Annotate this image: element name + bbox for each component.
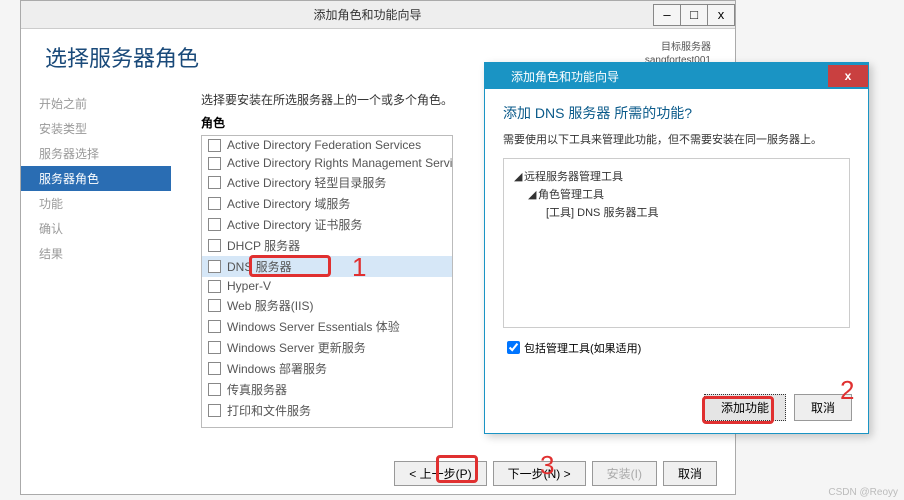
checkbox-icon[interactable]: [208, 280, 221, 293]
nav-item[interactable]: 开始之前: [21, 91, 171, 116]
close-button[interactable]: x: [707, 4, 735, 26]
checkbox-icon[interactable]: [208, 157, 221, 170]
cancel-button[interactable]: 取消: [663, 461, 717, 486]
add-features-button[interactable]: 添加功能: [704, 394, 786, 421]
role-item[interactable]: Windows 部署服务: [202, 358, 452, 379]
role-item[interactable]: Active Directory 域服务: [202, 193, 452, 214]
checkbox-icon[interactable]: [208, 341, 221, 354]
checkbox-icon[interactable]: [208, 404, 221, 417]
checkbox-icon[interactable]: [208, 239, 221, 252]
checkbox-icon[interactable]: [208, 299, 221, 312]
role-item[interactable]: Windows Server Essentials 体验: [202, 316, 452, 337]
maximize-button[interactable]: □: [680, 4, 708, 26]
checkbox-icon[interactable]: [208, 260, 221, 273]
nav-item[interactable]: 服务器选择: [21, 141, 171, 166]
nav-item[interactable]: 功能: [21, 191, 171, 216]
include-tools-input[interactable]: [507, 341, 520, 354]
role-item[interactable]: 打印和文件服务: [202, 400, 452, 421]
tree-item: ◢角色管理工具: [514, 185, 839, 203]
role-item[interactable]: Active Directory 证书服务: [202, 214, 452, 235]
next-button[interactable]: 下一步(N) >: [493, 461, 586, 486]
watermark: CSDN @Reoyy: [828, 487, 898, 498]
window-title: 添加角色和功能向导: [81, 6, 654, 23]
checkbox-icon[interactable]: [208, 139, 221, 152]
page-heading: 选择服务器角色: [45, 41, 199, 73]
roles-listbox[interactable]: Active Directory Federation ServicesActi…: [201, 135, 453, 428]
checkbox-icon[interactable]: [208, 320, 221, 333]
role-item[interactable]: Web 服务器(IIS): [202, 295, 452, 316]
dialog-cancel-button[interactable]: 取消: [794, 394, 852, 421]
nav-item[interactable]: 确认: [21, 216, 171, 241]
dialog-icon: [491, 69, 505, 83]
role-item[interactable]: DNS 服务器: [202, 256, 452, 277]
nav-item[interactable]: 服务器角色: [21, 166, 171, 191]
role-item[interactable]: DHCP 服务器: [202, 235, 452, 256]
checkbox-icon[interactable]: [208, 197, 221, 210]
checkbox-icon[interactable]: [208, 218, 221, 231]
role-item[interactable]: Active Directory Federation Services: [202, 136, 452, 154]
tree-item: [工具] DNS 服务器工具: [514, 203, 839, 221]
install-button[interactable]: 安装(I): [592, 461, 657, 486]
role-item[interactable]: Windows Server 更新服务: [202, 337, 452, 358]
nav-item[interactable]: 结果: [21, 241, 171, 266]
minimize-button[interactable]: –: [653, 4, 681, 26]
role-item[interactable]: 传真服务器: [202, 379, 452, 400]
checkbox-icon[interactable]: [208, 362, 221, 375]
titlebar: 添加角色和功能向导 – □ x: [21, 1, 735, 29]
dialog-title: 添加角色和功能向导: [511, 68, 619, 85]
tree-item: ◢远程服务器管理工具: [514, 167, 839, 185]
checkbox-icon[interactable]: [208, 383, 221, 396]
include-tools-checkbox[interactable]: 包括管理工具(如果适用): [503, 338, 850, 357]
wizard-footer: < 上一步(P) 下一步(N) > 安装(I) 取消: [394, 461, 717, 486]
role-item[interactable]: Active Directory Rights Management Servi…: [202, 154, 452, 172]
dialog-question: 添加 DNS 服务器 所需的功能?: [503, 103, 850, 123]
role-item[interactable]: Hyper-V: [202, 277, 452, 295]
features-tree[interactable]: ◢远程服务器管理工具 ◢角色管理工具 [工具] DNS 服务器工具: [503, 158, 850, 328]
add-features-dialog: 添加角色和功能向导 x 添加 DNS 服务器 所需的功能? 需要使用以下工具来管…: [484, 62, 869, 434]
dialog-titlebar: 添加角色和功能向导 x: [485, 63, 868, 89]
role-item[interactable]: Active Directory 轻型目录服务: [202, 172, 452, 193]
dialog-close-button[interactable]: x: [828, 65, 868, 87]
checkbox-icon[interactable]: [208, 176, 221, 189]
dialog-description: 需要使用以下工具来管理此功能，但不需要安装在同一服务器上。: [503, 133, 850, 148]
prev-button[interactable]: < 上一步(P): [394, 461, 486, 486]
nav-item[interactable]: 安装类型: [21, 116, 171, 141]
wizard-nav: 开始之前安装类型服务器选择服务器角色功能确认结果: [21, 81, 171, 461]
